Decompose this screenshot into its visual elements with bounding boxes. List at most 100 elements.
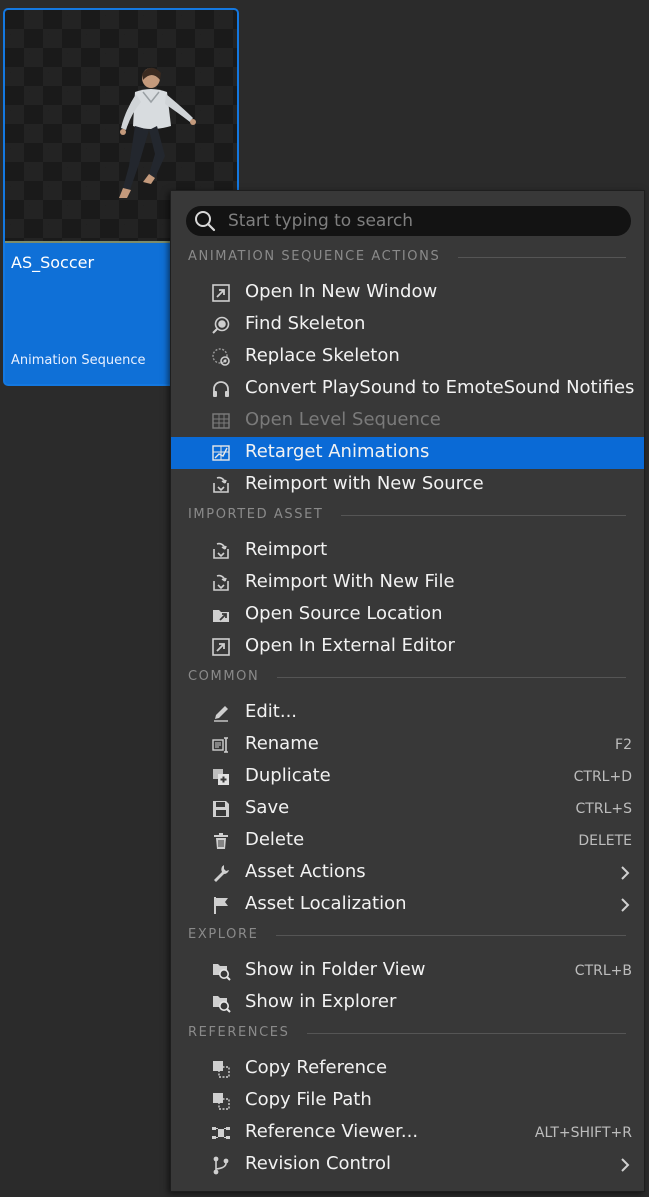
- menu-item-convert-playsound-to-emotesound-notifies[interactable]: Convert PlaySound to EmoteSound Notifies: [171, 373, 644, 405]
- folder-search-icon: [213, 996, 231, 1013]
- menu-item-save[interactable]: Save CTRL+S: [171, 793, 644, 825]
- section-label: EXPLORE: [188, 927, 259, 942]
- menu-item-label: Rename: [245, 733, 319, 754]
- chevron-right-icon: [621, 866, 630, 880]
- search-icon: [195, 211, 216, 232]
- section-label: COMMON: [188, 669, 260, 684]
- chevron-right-icon: [621, 1158, 630, 1172]
- copy-reference-icon: [213, 1061, 230, 1078]
- section-header-references: REFERENCES: [171, 1021, 644, 1045]
- menu-item-label: Edit...: [245, 701, 298, 722]
- menu-item-label: Show in Explorer: [245, 991, 397, 1012]
- chevron-right-icon: [621, 898, 630, 912]
- reimport-icon: [213, 542, 229, 559]
- level-sequence-icon: [212, 413, 230, 429]
- menu-item-revision-control[interactable]: Revision Control: [171, 1149, 644, 1181]
- menu-item-reimport[interactable]: Reimport: [171, 535, 644, 567]
- menu-item-asset-localization[interactable]: Asset Localization: [171, 889, 644, 921]
- pencil-icon: [214, 706, 228, 722]
- section-divider: [307, 1033, 626, 1034]
- section-label: ANIMATION SEQUENCE ACTIONS: [188, 249, 441, 264]
- section-divider: [276, 935, 626, 936]
- menu-item-label: Copy File Path: [245, 1089, 372, 1110]
- menu-item-label: Save: [245, 797, 290, 818]
- menu-item-label: Revision Control: [245, 1153, 392, 1174]
- menu-item-label: Open Level Sequence: [245, 409, 441, 430]
- search-box[interactable]: [186, 206, 631, 236]
- menu-item-duplicate[interactable]: Duplicate CTRL+D: [171, 761, 644, 793]
- section-divider: [277, 677, 626, 678]
- menu-item-reference-viewer[interactable]: Reference Viewer... ALT+SHIFT+R: [171, 1117, 644, 1149]
- menu-item-asset-actions[interactable]: Asset Actions: [171, 857, 644, 889]
- menu-item-label: Reimport With New File: [245, 571, 455, 592]
- menu-item-reimport-with-new-file[interactable]: Reimport With New File: [171, 567, 644, 599]
- menu-item-label: Reimport: [245, 539, 328, 560]
- shortcut-hint: ALT+SHIFT+R: [534, 1125, 632, 1141]
- menu-item-label: Convert PlaySound to EmoteSound Notifies: [245, 377, 635, 398]
- headphones-icon: [213, 381, 229, 397]
- section-label: REFERENCES: [188, 1025, 290, 1040]
- reference-viewer-icon: [212, 1127, 230, 1139]
- menu-item-retarget-animations[interactable]: Retarget Animations: [171, 437, 644, 469]
- menu-item-open-in-new-window[interactable]: Open In New Window: [171, 277, 644, 309]
- section-header-imported-asset: IMPORTED ASSET: [171, 503, 644, 527]
- wrench-icon: [214, 865, 229, 882]
- shortcut-hint: CTRL+B: [574, 963, 632, 979]
- menu-item-label: Duplicate: [245, 765, 331, 786]
- menu-item-label: Show in Folder View: [245, 959, 426, 980]
- menu-item-open-in-external-editor[interactable]: Open In External Editor: [171, 631, 644, 663]
- context-menu: ANIMATION SEQUENCE ACTIONS Open In New Wi…: [170, 190, 645, 1192]
- duplicate-icon: [213, 769, 229, 785]
- reimport-icon: [213, 476, 229, 493]
- section-divider: [458, 257, 626, 258]
- asset-name: AS_Soccer: [11, 253, 95, 272]
- rename-icon: [212, 737, 228, 753]
- menu-item-find-skeleton[interactable]: Find Skeleton: [171, 309, 644, 341]
- search-input[interactable]: [226, 210, 620, 232]
- open-window-icon: [212, 284, 230, 302]
- asset-type-label: Animation Sequence: [11, 353, 146, 368]
- replace-skeleton-icon: [212, 348, 230, 366]
- menu-item-label: Open In New Window: [245, 281, 438, 302]
- branch-icon: [213, 1156, 229, 1175]
- section-label: IMPORTED ASSET: [188, 507, 324, 522]
- menu-item-show-in-explorer[interactable]: Show in Explorer: [171, 987, 644, 1019]
- menu-item-copy-reference[interactable]: Copy Reference: [171, 1053, 644, 1085]
- folder-search-icon: [213, 964, 231, 981]
- flag-icon: [214, 897, 228, 914]
- reimport-icon: [213, 574, 229, 591]
- menu-item-label: Find Skeleton: [245, 313, 366, 334]
- shortcut-hint: CTRL+S: [575, 801, 632, 817]
- shortcut-hint: CTRL+D: [573, 769, 632, 785]
- retarget-icon: [212, 445, 230, 461]
- section-header-explore: EXPLORE: [171, 923, 644, 947]
- folder-open-icon: [213, 610, 229, 622]
- menu-item-label: Asset Localization: [245, 893, 407, 914]
- menu-item-label: Delete: [245, 829, 305, 850]
- menu-item-label: Asset Actions: [245, 861, 366, 882]
- section-divider: [341, 515, 626, 516]
- menu-item-label: Replace Skeleton: [245, 345, 400, 366]
- menu-item-label: Reference Viewer...: [245, 1121, 419, 1142]
- shortcut-hint: F2: [615, 737, 632, 753]
- find-skeleton-icon: [212, 316, 230, 334]
- menu-item-label: Open In External Editor: [245, 635, 455, 656]
- copy-reference-icon: [213, 1093, 230, 1110]
- menu-item-copy-file-path[interactable]: Copy File Path: [171, 1085, 644, 1117]
- menu-item-reimport-with-new-source[interactable]: Reimport with New Source: [171, 469, 644, 501]
- menu-item-label: Retarget Animations: [245, 441, 430, 462]
- save-icon: [213, 801, 229, 817]
- character-preview-image: [119, 67, 196, 198]
- menu-item-open-level-sequence: Open Level Sequence: [171, 405, 644, 437]
- menu-item-open-source-location[interactable]: Open Source Location: [171, 599, 644, 631]
- menu-item-delete[interactable]: Delete DELETE: [171, 825, 644, 857]
- menu-item-show-in-folder-view[interactable]: Show in Folder View CTRL+B: [171, 955, 644, 987]
- menu-item-label: Open Source Location: [245, 603, 443, 624]
- open-window-icon: [212, 638, 230, 656]
- trash-icon: [214, 833, 228, 849]
- menu-item-rename[interactable]: Rename F2: [171, 729, 644, 761]
- section-header-animation-sequence-actions: ANIMATION SEQUENCE ACTIONS: [171, 245, 644, 269]
- menu-item-label: Reimport with New Source: [245, 473, 484, 494]
- menu-item-edit[interactable]: Edit...: [171, 697, 644, 729]
- menu-item-replace-skeleton[interactable]: Replace Skeleton: [171, 341, 644, 373]
